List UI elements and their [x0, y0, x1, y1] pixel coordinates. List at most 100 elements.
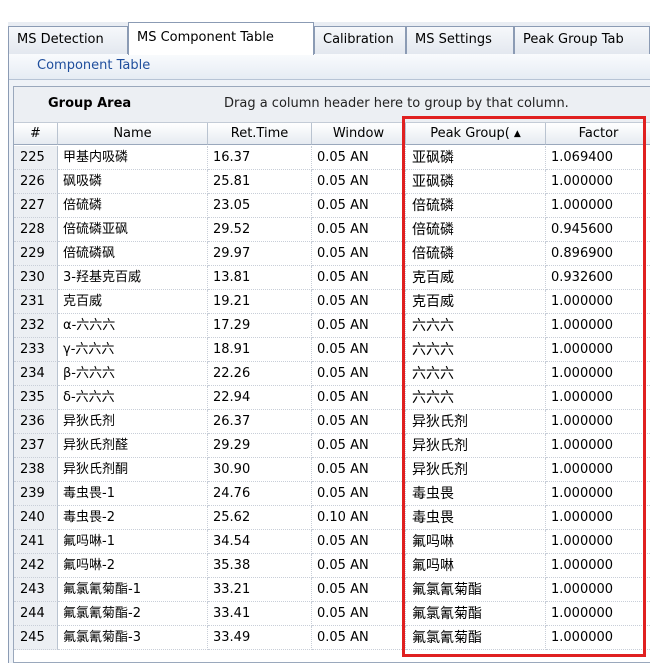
- window-cell[interactable]: 0.05 AN: [312, 266, 406, 290]
- row-number-cell[interactable]: 232: [14, 314, 58, 338]
- row-number-cell[interactable]: 234: [14, 362, 58, 386]
- name-cell[interactable]: 克百威: [58, 290, 208, 314]
- ret-time-cell[interactable]: 33.41: [208, 602, 312, 626]
- tab-peak-group-table[interactable]: Peak Group Tab: [514, 26, 650, 54]
- table-row[interactable]: 238 异狄氏剂酮 30.90 0.05 AN 异狄氏剂 1.000000: [14, 458, 650, 482]
- tab-ms-component-table[interactable]: MS Component Table: [128, 22, 314, 55]
- window-cell[interactable]: 0.05 AN: [312, 242, 406, 266]
- name-cell[interactable]: 倍硫磷亚砜: [58, 218, 208, 242]
- ret-time-cell[interactable]: 33.49: [208, 626, 312, 650]
- table-row[interactable]: 240 毒虫畏-2 25.62 0.10 AN 毒虫畏 1.000000: [14, 506, 650, 530]
- window-cell[interactable]: 0.05 AN: [312, 314, 406, 338]
- name-cell[interactable]: 甲基内吸磷: [58, 146, 208, 170]
- name-cell[interactable]: 毒虫畏-1: [58, 482, 208, 506]
- row-number-cell[interactable]: 230: [14, 266, 58, 290]
- name-cell[interactable]: 砜吸磷: [58, 170, 208, 194]
- row-number-cell[interactable]: 225: [14, 146, 58, 170]
- table-row[interactable]: 231 克百威 19.21 0.05 AN 克百威 1.000000: [14, 290, 650, 314]
- window-cell[interactable]: 0.05 AN: [312, 626, 406, 650]
- name-cell[interactable]: γ-六六六: [58, 338, 208, 362]
- ret-time-cell[interactable]: 18.91: [208, 338, 312, 362]
- peak-group-cell[interactable]: 倍硫磷: [406, 218, 546, 242]
- name-cell[interactable]: 氟吗啉-2: [58, 554, 208, 578]
- window-cell[interactable]: 0.05 AN: [312, 170, 406, 194]
- ret-time-cell[interactable]: 29.29: [208, 434, 312, 458]
- window-cell[interactable]: 0.05 AN: [312, 410, 406, 434]
- peak-group-cell[interactable]: 毒虫畏: [406, 506, 546, 530]
- factor-cell[interactable]: 1.000000: [546, 314, 650, 338]
- ret-time-cell[interactable]: 17.29: [208, 314, 312, 338]
- ret-time-cell[interactable]: 30.90: [208, 458, 312, 482]
- factor-cell[interactable]: 1.069400: [546, 146, 650, 170]
- peak-group-cell[interactable]: 克百威: [406, 266, 546, 290]
- row-number-cell[interactable]: 244: [14, 602, 58, 626]
- factor-cell[interactable]: 1.000000: [546, 290, 650, 314]
- ret-time-cell[interactable]: 34.54: [208, 530, 312, 554]
- table-row[interactable]: 232 α-六六六 17.29 0.05 AN 六六六 1.000000: [14, 314, 650, 338]
- factor-cell[interactable]: 1.000000: [546, 170, 650, 194]
- table-row[interactable]: 243 氟氯氰菊酯-1 33.21 0.05 AN 氟氯氰菊酯 1.000000: [14, 578, 650, 602]
- table-row[interactable]: 237 异狄氏剂醛 29.29 0.05 AN 异狄氏剂 1.000000: [14, 434, 650, 458]
- name-cell[interactable]: 异狄氏剂醛: [58, 434, 208, 458]
- window-cell[interactable]: 0.05 AN: [312, 146, 406, 170]
- peak-group-cell[interactable]: 克百威: [406, 290, 546, 314]
- peak-group-cell[interactable]: 氟氯氰菊酯: [406, 602, 546, 626]
- table-row[interactable]: 229 倍硫磷砜 29.97 0.05 AN 倍硫磷 0.896900: [14, 242, 650, 266]
- name-cell[interactable]: 倍硫磷: [58, 194, 208, 218]
- table-row[interactable]: 228 倍硫磷亚砜 29.52 0.05 AN 倍硫磷 0.945600: [14, 218, 650, 242]
- factor-cell[interactable]: 1.000000: [546, 362, 650, 386]
- ret-time-cell[interactable]: 33.21: [208, 578, 312, 602]
- ret-time-cell[interactable]: 23.05: [208, 194, 312, 218]
- table-row[interactable]: 239 毒虫畏-1 24.76 0.05 AN 毒虫畏 1.000000: [14, 482, 650, 506]
- table-row[interactable]: 241 氟吗啉-1 34.54 0.05 AN 氟吗啉 1.000000: [14, 530, 650, 554]
- row-number-cell[interactable]: 243: [14, 578, 58, 602]
- name-cell[interactable]: 倍硫磷砜: [58, 242, 208, 266]
- row-number-cell[interactable]: 229: [14, 242, 58, 266]
- column-header-peak-group[interactable]: Peak Group(▲: [406, 123, 546, 145]
- row-number-cell[interactable]: 242: [14, 554, 58, 578]
- ret-time-cell[interactable]: 16.37: [208, 146, 312, 170]
- row-number-cell[interactable]: 240: [14, 506, 58, 530]
- peak-group-cell[interactable]: 毒虫畏: [406, 482, 546, 506]
- factor-cell[interactable]: 1.000000: [546, 554, 650, 578]
- row-number-cell[interactable]: 227: [14, 194, 58, 218]
- ret-time-cell[interactable]: 35.38: [208, 554, 312, 578]
- table-row[interactable]: 234 β-六六六 22.26 0.05 AN 六六六 1.000000: [14, 362, 650, 386]
- name-cell[interactable]: β-六六六: [58, 362, 208, 386]
- row-number-cell[interactable]: 237: [14, 434, 58, 458]
- peak-group-cell[interactable]: 亚砜磷: [406, 170, 546, 194]
- ret-time-cell[interactable]: 29.52: [208, 218, 312, 242]
- ret-time-cell[interactable]: 29.97: [208, 242, 312, 266]
- factor-cell[interactable]: 1.000000: [546, 434, 650, 458]
- window-cell[interactable]: 0.05 AN: [312, 578, 406, 602]
- peak-group-cell[interactable]: 氟吗啉: [406, 554, 546, 578]
- ret-time-cell[interactable]: 26.37: [208, 410, 312, 434]
- window-cell[interactable]: 0.05 AN: [312, 218, 406, 242]
- row-number-cell[interactable]: 238: [14, 458, 58, 482]
- name-cell[interactable]: 异狄氏剂: [58, 410, 208, 434]
- row-number-cell[interactable]: 236: [14, 410, 58, 434]
- tab-ms-settings[interactable]: MS Settings: [406, 26, 514, 54]
- factor-cell[interactable]: 0.945600: [546, 218, 650, 242]
- ret-time-cell[interactable]: 22.26: [208, 362, 312, 386]
- peak-group-cell[interactable]: 倍硫磷: [406, 194, 546, 218]
- peak-group-cell[interactable]: 六六六: [406, 362, 546, 386]
- name-cell[interactable]: δ-六六六: [58, 386, 208, 410]
- ret-time-cell[interactable]: 24.76: [208, 482, 312, 506]
- group-area[interactable]: Group Area Drag a column header here to …: [14, 87, 650, 123]
- table-row[interactable]: 236 异狄氏剂 26.37 0.05 AN 异狄氏剂 1.000000: [14, 410, 650, 434]
- factor-cell[interactable]: 1.000000: [546, 386, 650, 410]
- peak-group-cell[interactable]: 异狄氏剂: [406, 434, 546, 458]
- peak-group-cell[interactable]: 异狄氏剂: [406, 410, 546, 434]
- factor-cell[interactable]: 1.000000: [546, 410, 650, 434]
- ret-time-cell[interactable]: 19.21: [208, 290, 312, 314]
- table-row[interactable]: 244 氟氯氰菊酯-2 33.41 0.05 AN 氟氯氰菊酯 1.000000: [14, 602, 650, 626]
- window-cell[interactable]: 0.05 AN: [312, 434, 406, 458]
- ret-time-cell[interactable]: 22.94: [208, 386, 312, 410]
- window-cell[interactable]: 0.05 AN: [312, 194, 406, 218]
- factor-cell[interactable]: 1.000000: [546, 626, 650, 650]
- window-cell[interactable]: 0.05 AN: [312, 530, 406, 554]
- row-number-cell[interactable]: 241: [14, 530, 58, 554]
- window-cell[interactable]: 0.10 AN: [312, 506, 406, 530]
- table-row[interactable]: 233 γ-六六六 18.91 0.05 AN 六六六 1.000000: [14, 338, 650, 362]
